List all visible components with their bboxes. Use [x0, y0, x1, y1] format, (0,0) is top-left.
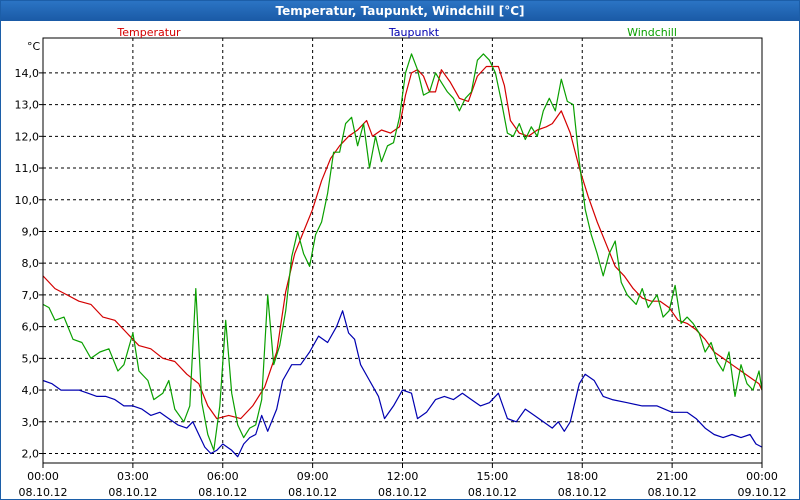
- legend-temperatur: Temperatur: [116, 26, 181, 39]
- y-tick-label: 11,0: [15, 162, 40, 175]
- y-unit-label: °C: [27, 40, 41, 53]
- x-tick-date-label: 08.10.12: [19, 486, 68, 499]
- y-tick-label: 2,0: [22, 447, 40, 460]
- y-tick-label: 12,0: [15, 130, 40, 143]
- x-tick-date-label: 09.10.12: [738, 486, 787, 499]
- y-tick-label: 10,0: [15, 194, 40, 207]
- x-tick-time-label: 00:00: [27, 470, 59, 483]
- x-tick-date-label: 08.10.12: [288, 486, 337, 499]
- legend-taupunkt: Taupunkt: [388, 26, 440, 39]
- chart-window: Temperatur, Taupunkt, Windchill [°C] 2,0…: [0, 0, 800, 500]
- legend-windchill: Windchill: [627, 26, 677, 39]
- y-tick-label: 5,0: [22, 352, 40, 365]
- x-tick-date-label: 08.10.12: [468, 486, 517, 499]
- y-tick-label: 7,0: [22, 289, 40, 302]
- y-tick-label: 8,0: [22, 257, 40, 270]
- y-tick-label: 3,0: [22, 416, 40, 429]
- x-tick-time-label: 12:00: [387, 470, 419, 483]
- y-tick-label: 13,0: [15, 99, 40, 112]
- x-tick-date-label: 08.10.12: [198, 486, 247, 499]
- x-tick-time-label: 09:00: [297, 470, 329, 483]
- x-tick-date-label: 08.10.12: [108, 486, 157, 499]
- x-tick-date-label: 08.10.12: [648, 486, 697, 499]
- x-tick-time-label: 03:00: [117, 470, 149, 483]
- x-tick-time-label: 18:00: [566, 470, 598, 483]
- y-tick-label: 4,0: [22, 384, 40, 397]
- x-tick-date-label: 08.10.12: [378, 486, 427, 499]
- x-tick-date-label: 08.10.12: [558, 486, 607, 499]
- y-tick-label: 6,0: [22, 321, 40, 334]
- y-tick-label: 9,0: [22, 225, 40, 238]
- chart-title: Temperatur, Taupunkt, Windchill [°C]: [1, 1, 799, 21]
- x-tick-time-label: 06:00: [207, 470, 239, 483]
- y-tick-label: 14,0: [15, 67, 40, 80]
- x-tick-time-label: 15:00: [477, 470, 509, 483]
- x-tick-time-label: 00:00: [746, 470, 778, 483]
- x-tick-time-label: 21:00: [656, 470, 688, 483]
- line-chart: 2,0 3,0 4,0 5,0 6,0 7,0 8,0 9,0 10,0 11,0 12,0 13,0…: [15, 26, 787, 499]
